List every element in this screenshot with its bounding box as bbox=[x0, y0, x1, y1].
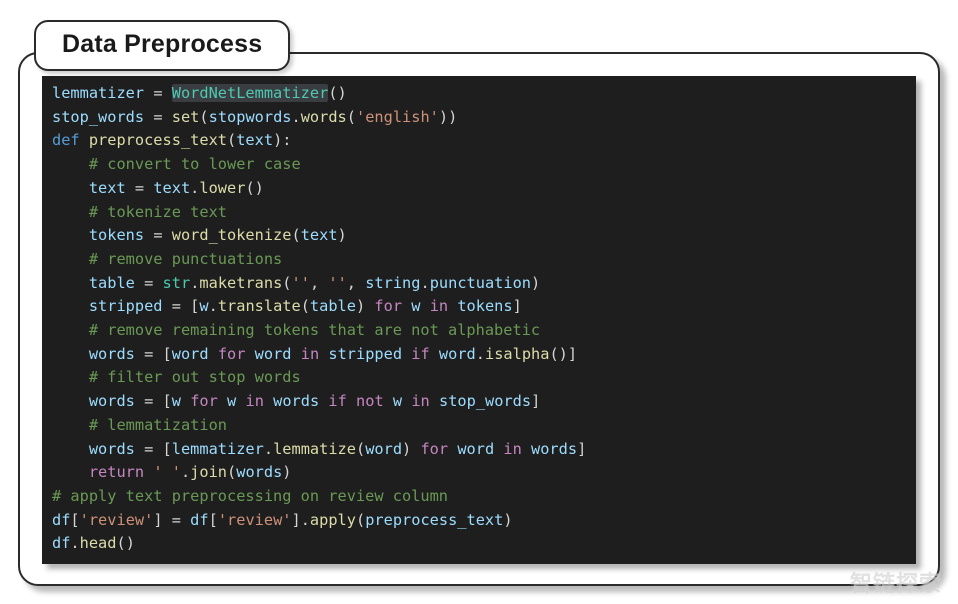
code-line: # remove remaining tokens that are not a… bbox=[52, 321, 540, 339]
section-title: Data Preprocess bbox=[34, 20, 290, 71]
code-line: stripped = [w.translate(table) for w in … bbox=[52, 297, 522, 315]
card: Data Preprocess lemmatizer = WordNetLemm… bbox=[18, 52, 940, 586]
code-line: text = text.lower() bbox=[52, 179, 264, 197]
code-line: table = str.maketrans('', '', string.pun… bbox=[52, 274, 540, 292]
code-line: # apply text preprocessing on review col… bbox=[52, 487, 448, 505]
code-line: words = [w for w in words if not w in st… bbox=[52, 392, 540, 410]
code-line: # convert to lower case bbox=[52, 155, 301, 173]
code-line: tokens = word_tokenize(text) bbox=[52, 226, 347, 244]
code-line: words = [word for word in stripped if wo… bbox=[52, 345, 577, 363]
code-line: words = [lemmatizer.lemmatize(word) for … bbox=[52, 440, 586, 458]
code-line: # tokenize text bbox=[52, 203, 227, 221]
code-line: lemmatizer = WordNetLemmatizer() bbox=[52, 84, 347, 102]
code-line: # filter out stop words bbox=[52, 368, 301, 386]
code-line: # remove punctuations bbox=[52, 250, 282, 268]
code-line: df['review'] = df['review'].apply(prepro… bbox=[52, 511, 513, 529]
code-block: lemmatizer = WordNetLemmatizer() stop_wo… bbox=[42, 76, 916, 564]
code-line: stop_words = set(stopwords.words('englis… bbox=[52, 108, 457, 126]
code-line: df.head() bbox=[52, 534, 135, 552]
code-line: return ' '.join(words) bbox=[52, 463, 292, 481]
code-line: def preprocess_text(text): bbox=[52, 131, 291, 149]
code-line: # lemmatization bbox=[52, 416, 227, 434]
